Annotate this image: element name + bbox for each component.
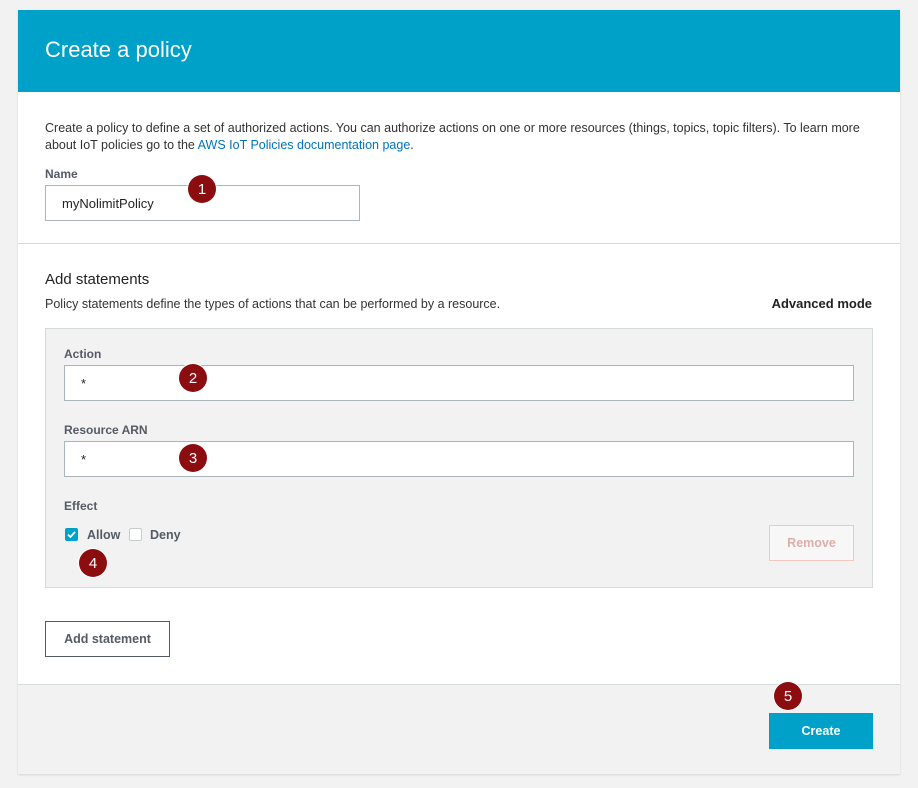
add-statements-title: Add statements [45, 271, 150, 288]
deny-checkbox[interactable] [129, 528, 142, 541]
checkmark-icon [67, 531, 76, 539]
allow-checkbox[interactable] [65, 528, 78, 541]
action-label: Action [64, 347, 102, 361]
page-title: Create a policy [45, 37, 192, 62]
resource-arn-label: Resource ARN [64, 423, 148, 437]
page-header: Create a policy [18, 10, 900, 92]
add-statements-description: Policy statements define the types of ac… [45, 297, 501, 311]
policy-statement: Action * Resource ARN * Effect Allow Den… [45, 328, 873, 588]
footer-bar: Create [18, 684, 900, 774]
step-marker-2: 2 [179, 364, 207, 392]
name-label: Name [45, 167, 78, 181]
create-policy-card: Create a policy Create a policy to defin… [18, 10, 900, 774]
effect-label: Effect [64, 499, 98, 513]
add-statement-button[interactable]: Add statement [45, 621, 170, 657]
step-marker-1: 1 [188, 175, 216, 203]
intro-suffix: . [410, 138, 414, 152]
allow-label: Allow [87, 528, 121, 542]
create-button[interactable]: Create [769, 713, 873, 749]
step-marker-3: 3 [179, 444, 207, 472]
iot-policies-doc-link[interactable]: AWS IoT Policies documentation page [198, 138, 411, 152]
intro-body: Create a policy to define a set of autho… [45, 121, 860, 152]
remove-statement-button[interactable]: Remove [769, 525, 854, 561]
deny-label: Deny [150, 528, 181, 542]
intro-text: Create a policy to define a set of autho… [45, 120, 875, 154]
step-marker-5: 5 [774, 682, 802, 710]
section-divider [18, 243, 900, 244]
step-marker-4: 4 [79, 549, 107, 577]
advanced-mode-link[interactable]: Advanced mode [772, 296, 872, 311]
